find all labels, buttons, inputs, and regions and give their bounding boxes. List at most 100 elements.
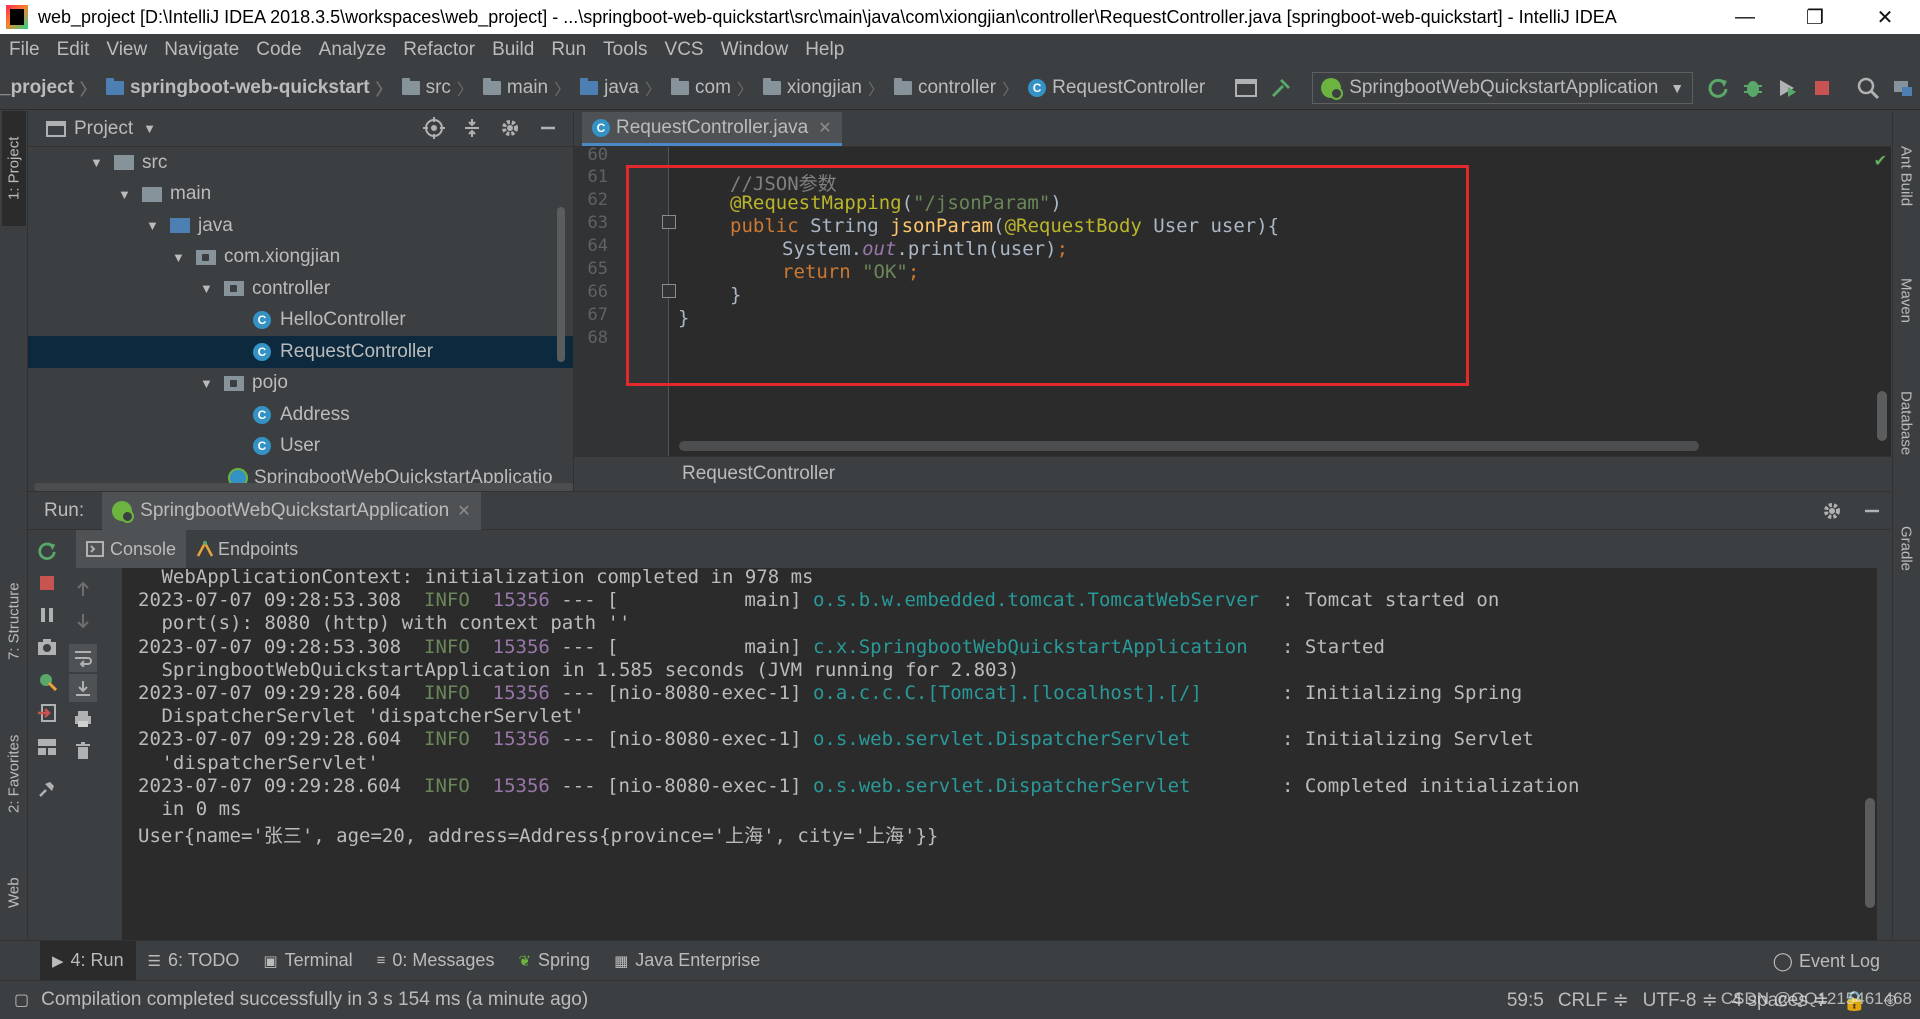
editor-horizontal-scrollbar[interactable] bbox=[679, 441, 1699, 451]
run-with-coverage-icon[interactable] bbox=[1776, 75, 1798, 101]
tool-tab-maven[interactable]: Maven bbox=[1894, 251, 1918, 351]
menu-refactor[interactable]: Refactor bbox=[394, 39, 483, 61]
print-icon[interactable] bbox=[72, 708, 94, 730]
chevron-down-icon[interactable]: ▼ bbox=[143, 121, 156, 136]
collapse-all-icon[interactable] bbox=[461, 117, 483, 139]
gear-icon[interactable] bbox=[1821, 500, 1843, 522]
stop-icon[interactable] bbox=[36, 572, 58, 594]
tree-item-src[interactable]: ▼ src bbox=[28, 147, 573, 179]
subtab-endpoints[interactable]: Endpoints bbox=[186, 530, 308, 568]
bottom-tab-terminal[interactable]: ▣ Terminal bbox=[251, 941, 364, 981]
breadcrumb-xiongjian[interactable]: xiongjian 〉 bbox=[755, 76, 886, 100]
search-icon[interactable] bbox=[1857, 75, 1880, 101]
run-configuration-select[interactable]: SpringbootWebQuickstartApplication ▼ bbox=[1312, 71, 1694, 104]
bottom-tab-spring[interactable]: ❦ Spring bbox=[506, 941, 602, 981]
tree-item-java[interactable]: ▼ java bbox=[28, 210, 573, 242]
editor-vertical-scrollbar[interactable] bbox=[1877, 391, 1887, 441]
bottom-tab-java-enterprise[interactable]: ▦ Java Enterprise bbox=[602, 941, 772, 981]
toggle-tool-windows-icon[interactable]: ▢ bbox=[14, 990, 29, 1010]
event-log-button[interactable]: ◯ Event Log bbox=[1773, 941, 1880, 981]
project-structure-icon[interactable] bbox=[1235, 75, 1258, 101]
hide-panel-icon[interactable] bbox=[1861, 500, 1883, 522]
arrow-down-icon[interactable] bbox=[72, 610, 94, 632]
pin-icon[interactable] bbox=[36, 778, 58, 800]
tree-item-main[interactable]: ▼ main bbox=[28, 179, 573, 211]
breadcrumb-module[interactable]: springboot-web-quickstart 〉 bbox=[98, 76, 394, 100]
tree-item-address[interactable]: C Address bbox=[28, 399, 573, 431]
rerun-icon[interactable] bbox=[36, 540, 58, 562]
close-tab-icon[interactable]: ✕ bbox=[457, 501, 470, 521]
tool-tab-ant-build[interactable]: Ant Build bbox=[1894, 121, 1918, 231]
bottom-tab-messages[interactable]: ≡ 0: Messages bbox=[365, 941, 507, 981]
tree-item-com-xiongjian[interactable]: ▼ com.xiongjian bbox=[28, 242, 573, 274]
run-tab-springboot-application[interactable]: SpringbootWebQuickstartApplication ✕ bbox=[102, 491, 481, 530]
menu-window[interactable]: Window bbox=[712, 39, 797, 61]
tool-tab-favorites[interactable]: 2: Favorites bbox=[2, 716, 26, 831]
menu-build[interactable]: Build bbox=[483, 39, 542, 61]
editor-breadcrumb[interactable]: RequestController bbox=[574, 456, 1891, 491]
stop-icon[interactable] bbox=[1811, 75, 1833, 101]
tool-tab-web[interactable]: Web bbox=[2, 863, 26, 923]
gear-icon[interactable] bbox=[499, 117, 521, 139]
tool-tab-structure[interactable]: 7: Structure bbox=[2, 561, 26, 681]
menu-analyze[interactable]: Analyze bbox=[310, 39, 395, 61]
breadcrumb-java[interactable]: java 〉 bbox=[572, 76, 663, 100]
tree-item-controller[interactable]: ▼ controller bbox=[28, 273, 573, 305]
menu-code[interactable]: Code bbox=[247, 39, 309, 61]
expand-arrow-icon[interactable]: ▼ bbox=[200, 376, 214, 391]
menu-navigate[interactable]: Navigate bbox=[155, 39, 247, 61]
expand-arrow-icon[interactable]: ▼ bbox=[200, 281, 214, 296]
expand-arrow-icon[interactable]: ▼ bbox=[90, 155, 104, 170]
breadcrumb-controller[interactable]: controller 〉 bbox=[886, 76, 1020, 100]
editor-tab-requestcontroller[interactable]: C RequestController.java ✕ bbox=[582, 112, 842, 146]
tree-scrollbar[interactable] bbox=[557, 207, 565, 362]
tree-horizontal-scrollbar[interactable] bbox=[34, 483, 574, 491]
trash-icon[interactable] bbox=[72, 740, 94, 762]
breadcrumb-src[interactable]: src 〉 bbox=[394, 76, 475, 100]
status-message[interactable]: Compilation completed successfully in 3 … bbox=[41, 989, 588, 1011]
menu-run[interactable]: Run bbox=[542, 39, 594, 61]
expand-arrow-icon[interactable]: ▼ bbox=[118, 187, 132, 202]
subtab-console[interactable]: Console bbox=[76, 530, 187, 568]
arrow-up-icon[interactable] bbox=[72, 578, 94, 600]
bottom-tab-run[interactable]: ▶ 4: Run bbox=[40, 940, 136, 981]
tree-item-pojo[interactable]: ▼ pojo bbox=[28, 368, 573, 400]
breadcrumb-main[interactable]: main 〉 bbox=[475, 76, 572, 100]
line-separator-select[interactable]: CRLF ≑ bbox=[1558, 989, 1629, 1012]
tree-item-hellocontroller[interactable]: C HelloController bbox=[28, 305, 573, 337]
rerun-icon[interactable] bbox=[1707, 75, 1729, 101]
close-tab-icon[interactable]: ✕ bbox=[818, 118, 831, 138]
breadcrumb-com[interactable]: com 〉 bbox=[663, 76, 755, 100]
pause-icon[interactable] bbox=[36, 604, 58, 626]
locate-file-icon[interactable] bbox=[423, 117, 445, 139]
close-button[interactable]: ✕ bbox=[1850, 0, 1920, 34]
menu-file[interactable]: File bbox=[0, 39, 48, 61]
tree-item-requestcontroller[interactable]: C RequestController bbox=[28, 336, 573, 368]
tool-tab-project[interactable]: 1: Project bbox=[2, 111, 26, 226]
menu-tools[interactable]: Tools bbox=[594, 39, 655, 61]
encoding-select[interactable]: UTF-8 ≑ bbox=[1643, 989, 1718, 1012]
tool-tab-database[interactable]: Database bbox=[1894, 366, 1918, 481]
project-view-icon[interactable] bbox=[1891, 75, 1913, 101]
expand-arrow-icon[interactable]: ▼ bbox=[146, 218, 160, 233]
breadcrumb-project[interactable]: _project 〉 bbox=[0, 76, 98, 100]
console-output[interactable]: WebApplicationContext: initialization co… bbox=[122, 568, 1877, 941]
tool-tab-gradle[interactable]: Gradle bbox=[1894, 501, 1918, 596]
breadcrumb-requestcontroller[interactable]: C RequestController bbox=[1020, 77, 1205, 99]
menu-help[interactable]: Help bbox=[796, 39, 852, 61]
menu-vcs[interactable]: VCS bbox=[656, 39, 712, 61]
caret-position[interactable]: 59:5 bbox=[1507, 990, 1544, 1012]
debug-bug-icon[interactable] bbox=[1742, 75, 1764, 101]
hide-panel-icon[interactable] bbox=[537, 117, 559, 139]
console-scrollbar[interactable] bbox=[1865, 798, 1875, 908]
bottom-tab-todo[interactable]: ☰ 6: TODO bbox=[136, 941, 252, 981]
tree-item-user[interactable]: C User bbox=[28, 431, 573, 463]
login-exit-icon[interactable] bbox=[36, 702, 58, 724]
camera-icon[interactable] bbox=[36, 636, 58, 658]
expand-arrow-icon[interactable]: ▼ bbox=[172, 250, 186, 265]
scroll-to-end-icon[interactable] bbox=[69, 674, 97, 702]
minimize-button[interactable]: — bbox=[1710, 0, 1780, 34]
build-hammer-icon[interactable] bbox=[1270, 75, 1292, 101]
soft-wrap-icon[interactable] bbox=[69, 644, 97, 672]
menu-edit[interactable]: Edit bbox=[48, 39, 98, 61]
